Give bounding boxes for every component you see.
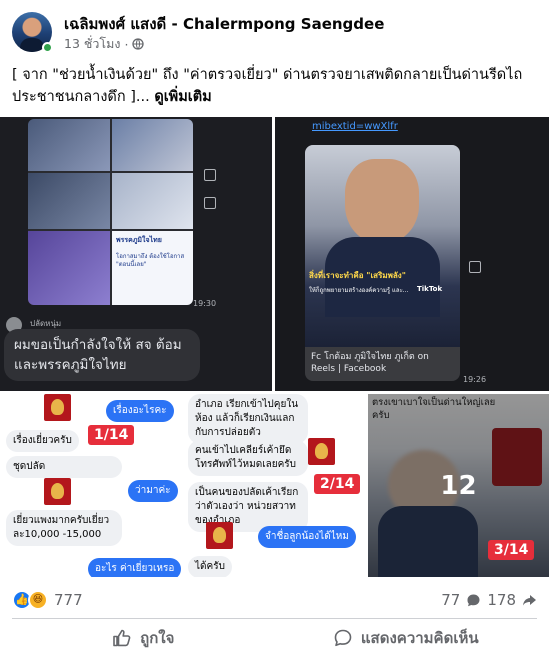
chat-time-2: 19:26 [463, 375, 487, 384]
chat-bubble: เรื่องเยี่ยวครับ [6, 430, 79, 452]
more-photos-count: 12 [440, 470, 477, 501]
chat-bubble: จำชื่อลูกน้องได้ไหม [258, 526, 356, 548]
action-bar: ถูกใจ แสดงความคิดเห็น [12, 620, 537, 656]
post-time[interactable]: 13 ชั่วโมง [64, 34, 120, 54]
share-arrow-icon [523, 594, 536, 605]
media-tile-2[interactable]: mibextid=wwXlfr สิ่งที่เราจะทำคือ "เสริม… [275, 117, 549, 391]
media-tile-5[interactable]: ตรงเขาเบาใจเป็นด่านใหญ่เลยครับ 12 3/14 [368, 394, 549, 577]
online-status-dot [42, 42, 53, 53]
tiktok-watermark: TikTok [417, 285, 443, 293]
video-caption: สิ่งที่เราจะทำคือ "เสริมพลัง" [309, 271, 406, 280]
reel-link-card: สิ่งที่เราจะทำคือ "เสริมพลัง" ให้ก็ถูกพย… [305, 145, 460, 381]
chat-bubble: คนเข้าไปเคลียร์เค้ายึดโทรศัพท์ไว้หมดเลยค… [188, 440, 308, 476]
like-label: ถูกใจ [140, 629, 175, 647]
post-meta: 13 ชั่วโมง · [64, 34, 145, 54]
share-count[interactable]: 178 [487, 591, 516, 609]
poster-collage: พรรคภูมิใจไทย โอกาสมาถึง ต้องใช้โอกาส "ต… [28, 119, 193, 305]
see-more-link[interactable]: ดูเพิ่มเติม [154, 89, 211, 105]
chat-bubble: ได้ครับ [188, 556, 232, 577]
reactions-bar: 👍 😆 777 77 178 [12, 586, 537, 614]
media-tile-1[interactable]: พรรคภูมิใจไทย โอกาสมาถึง ต้องใช้โอกาส "ต… [0, 117, 272, 391]
like-button[interactable]: ถูกใจ [12, 620, 275, 656]
comment-count[interactable]: 77 [441, 591, 460, 609]
save-icon [204, 197, 216, 209]
action-divider [12, 618, 537, 619]
poster-panel: พรรคภูมิใจไทย โอกาสมาถึง ต้องใช้โอกาส "ต… [112, 231, 193, 305]
chat-bubble: เรื่องอะไรคะ [106, 400, 174, 422]
post-body: [ จาก "ช่วยน้ำเงินด้วย" ถึง "ค่าตรวจเยี่… [12, 67, 523, 105]
media-grid: พรรคภูมิใจไทย โอกาสมาถึง ต้องใช้โอกาส "ต… [0, 117, 549, 577]
media-tile-3[interactable]: เรื่องอะไรคะ เรื่องเยี่ยวครับ 1/14 ชุดปล… [0, 394, 182, 577]
post-card: เฉลิมพงศ์ แสงดี - Chalermpong Saengdee 1… [0, 0, 549, 658]
comment-label: แสดงความคิดเห็น [360, 629, 479, 647]
comment-icon [334, 629, 352, 647]
comment-button[interactable]: แสดงความคิดเห็น [275, 620, 538, 656]
collage-photo-4 [112, 173, 193, 229]
chat-bubble: ชุดปลัด [6, 456, 122, 478]
collage-photo-2 [112, 119, 193, 171]
collage-photo-5 [28, 231, 110, 305]
poster-lines: โอกาสมาถึง ต้องใช้โอกาส "ตอนนี้เลย" [116, 253, 185, 268]
link-card-title: Fc โกต้อม ภูมิใจไทย ภูเก็ต on Reels | Fa… [311, 352, 429, 374]
party-logo [44, 394, 71, 421]
collage-photo-3 [28, 173, 110, 229]
author-name[interactable]: เฉลิมพงศ์ แสงดี - Chalermpong Saengdee [64, 12, 384, 36]
chat-bubble: ว่ามาค่ะ [128, 480, 178, 502]
speaker-face [345, 159, 419, 243]
image-counter: 1/14 [88, 425, 135, 445]
party-logo [44, 478, 71, 505]
chat-bubble: เยี่ยวแพงมากครับเยี่ยวละ10,000 -15,000 [6, 510, 122, 546]
share-icon [204, 169, 216, 181]
haha-reaction-icon: 😆 [28, 590, 48, 610]
meta-separator: · [124, 36, 129, 52]
party-logo [206, 522, 233, 549]
post-text: [ จาก "ช่วยน้ำเงินด้วย" ถึง "ค่าตรวจเยี่… [12, 64, 537, 108]
video-thumbnail: สิ่งที่เราจะทำคือ "เสริมพลัง" ให้ก็ถูกพย… [305, 145, 460, 347]
media-tile-4[interactable]: อำเภอ เรียกเข้าไปคุยในห้อง แล้วก็เรียกเง… [184, 394, 366, 577]
video-subtitle: ให้ก็ถูกพยายามสร้างองค์ความรู้ และ... [309, 287, 409, 294]
engagement-stats: 77 178 [441, 591, 537, 609]
chat-bubble: อำเภอ เรียกเข้าไปคุยในห้อง แล้วก็เรียกเง… [188, 394, 308, 444]
chat-time-1: 19:30 [193, 299, 217, 308]
chat-bubble: อะไร ค่าเยี่ยวเหรอ [88, 558, 182, 577]
image-counter: 3/14 [488, 540, 535, 560]
avatar-shirt [20, 38, 44, 52]
collage-photo-1 [28, 119, 110, 171]
thumbs-up-icon [113, 629, 131, 647]
party-logo [308, 438, 335, 465]
poster-title: พรรคภูมิใจไทย [116, 236, 162, 244]
globe-icon [132, 38, 145, 50]
link-text: mibextid=wwXlfr [312, 121, 398, 132]
post-header: เฉลิมพงศ์ แสงดี - Chalermpong Saengdee 1… [12, 10, 537, 56]
chat-message: ผมขอเป็นกำลังใจให้ สจ ต้อม และพรรคภูมิใจ… [4, 329, 200, 381]
reaction-count[interactable]: 777 [54, 591, 83, 609]
share-icon [469, 261, 481, 273]
comment-bubble-icon [467, 594, 480, 606]
image-counter: 2/14 [314, 474, 361, 494]
